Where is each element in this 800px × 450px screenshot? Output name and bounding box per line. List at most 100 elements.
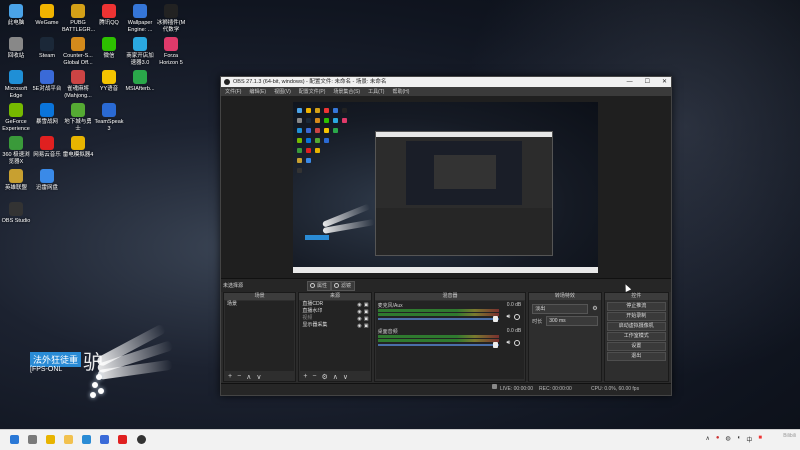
desktop-icon[interactable]: TeamSpeak 3 bbox=[93, 103, 125, 132]
desktop-icon[interactable]: 此电脑 bbox=[0, 4, 32, 27]
volume-slider-handle[interactable] bbox=[493, 342, 499, 348]
move-down-button[interactable]: ∨ bbox=[256, 373, 261, 381]
volume-icon[interactable]: ◖ bbox=[737, 435, 741, 444]
move-down-button[interactable]: ∨ bbox=[343, 373, 348, 381]
input-language[interactable]: 中 bbox=[746, 435, 752, 444]
app-icon bbox=[40, 136, 54, 150]
move-up-button[interactable]: ∧ bbox=[333, 373, 338, 381]
desktop-icon[interactable]: GeForce Experience bbox=[0, 103, 32, 132]
start-virtual-camera-button[interactable]: 启动虚拟摄像机 bbox=[606, 322, 666, 331]
desktop-icon[interactable]: MSIAfterb... bbox=[124, 70, 156, 93]
duration-input[interactable]: 300 ms bbox=[546, 316, 598, 326]
gear-icon[interactable] bbox=[514, 340, 521, 346]
app-icon bbox=[102, 37, 116, 51]
desktop-icon[interactable]: 商家开店加速器3.0 bbox=[124, 37, 156, 66]
desktop-icon[interactable]: WeGame bbox=[31, 4, 63, 27]
desktop-icon[interactable]: YY语音 bbox=[93, 70, 125, 93]
settings-button[interactable]: 设置 bbox=[606, 342, 666, 351]
add-source-button[interactable]: + bbox=[303, 373, 307, 380]
app-icon bbox=[9, 202, 23, 216]
desktop-icon[interactable]: Steam bbox=[31, 37, 63, 60]
notification-icon[interactable]: ■ bbox=[758, 435, 762, 444]
desktop-icon[interactable]: 英雄联盟 bbox=[0, 169, 32, 192]
desktop-icon[interactable]: 5E对战平台 bbox=[31, 70, 63, 93]
menu-scene-collection[interactable]: 场景集合(S) bbox=[333, 88, 360, 95]
start-icon[interactable] bbox=[10, 435, 19, 444]
app-icon bbox=[40, 37, 54, 51]
network-icon[interactable]: ◍ bbox=[725, 435, 730, 444]
desktop-icon[interactable]: 冰狮插件(M 代数学 bbox=[155, 4, 187, 33]
volume-meter bbox=[377, 309, 500, 312]
desktop-icon[interactable]: Microsoft Edge bbox=[0, 70, 32, 99]
desktop-icon[interactable]: 雀魂麻将 (Mahjong... bbox=[62, 70, 94, 99]
lock-icon[interactable]: ▣ bbox=[364, 323, 369, 330]
move-up-button[interactable]: ∧ bbox=[246, 373, 251, 381]
menu-tools[interactable]: 工具(T) bbox=[368, 88, 384, 95]
source-item[interactable]: 直播CDR ◉ ▣ bbox=[300, 301, 369, 308]
desktop-icon[interactable]: 迅雷网盘 bbox=[31, 169, 63, 192]
mail-icon[interactable] bbox=[82, 435, 91, 444]
start-recording-button[interactable]: 开始录制 bbox=[606, 312, 666, 321]
source-item[interactable]: 直播水印 ◉ ▣ bbox=[300, 308, 369, 315]
desktop-icon[interactable]: PUBG BATTLEGR... bbox=[62, 4, 95, 33]
speaker-icon[interactable]: 🔊︎ bbox=[506, 314, 510, 321]
add-scene-button[interactable]: + bbox=[228, 373, 232, 380]
properties-button[interactable]: 属性 bbox=[307, 281, 332, 291]
menu-view[interactable]: 视图(V) bbox=[274, 88, 291, 95]
controls-dock: 控件 停止推流 开始录制 启动虚拟摄像机 工作室模式 设置 退出 bbox=[603, 292, 669, 382]
scene-item[interactable]: 场景 bbox=[225, 301, 294, 308]
volume-slider[interactable] bbox=[377, 318, 500, 320]
desktop-icon-label: 腾讯QQ bbox=[99, 20, 119, 26]
desktop-icon-label: 微信 bbox=[103, 53, 115, 59]
app-tray-icon[interactable]: ● bbox=[716, 435, 720, 444]
volume-slider[interactable] bbox=[377, 344, 500, 346]
desktop-icon[interactable]: Forza Horizon 5 bbox=[155, 37, 187, 66]
remove-scene-button[interactable]: − bbox=[237, 373, 241, 380]
program-preview[interactable] bbox=[293, 102, 598, 273]
volume-slider-handle[interactable] bbox=[493, 316, 499, 322]
desktop-icon[interactable]: 暴雪战网 bbox=[31, 103, 63, 126]
obs-titlebar[interactable]: OBS 27.1.3 (64-bit, windows) - 配置文件: 未命名… bbox=[221, 77, 671, 87]
gear-icon[interactable] bbox=[514, 314, 521, 320]
studio-mode-button[interactable]: 工作室模式 bbox=[606, 332, 666, 341]
close-icon[interactable]: ✕ bbox=[662, 77, 667, 87]
desktop-icon[interactable]: 腾讯QQ bbox=[93, 4, 125, 27]
desktop-icon[interactable]: 微信 bbox=[93, 37, 125, 60]
desktop-icon[interactable]: OBS Studio bbox=[0, 202, 32, 225]
maximize-icon[interactable]: ☐ bbox=[645, 77, 650, 87]
netease-music-icon[interactable] bbox=[118, 435, 127, 444]
search-icon[interactable] bbox=[28, 435, 37, 444]
desktop-icon[interactable]: 地下城与勇士 bbox=[62, 103, 94, 132]
desktop-icon[interactable]: Wallpaper Engine: ... bbox=[124, 4, 156, 33]
desktop-icon[interactable]: 雷电模拟器4 bbox=[62, 136, 94, 159]
file-explorer-icon[interactable] bbox=[64, 435, 73, 444]
stop-streaming-button[interactable]: 停止推流 bbox=[606, 302, 666, 311]
transition-select[interactable]: 淡出 bbox=[532, 304, 588, 314]
source-item[interactable]: 显示器采集 ◉ ▣ bbox=[300, 322, 369, 329]
store-icon[interactable] bbox=[100, 435, 109, 444]
filters-button[interactable]: 滤镜 bbox=[331, 281, 356, 291]
menu-file[interactable]: 文件(F) bbox=[225, 88, 241, 95]
filter-icon bbox=[334, 283, 339, 288]
minimize-icon[interactable]: — bbox=[627, 77, 633, 87]
eye-icon[interactable]: ◉ bbox=[357, 323, 361, 330]
speaker-icon[interactable]: 🔊︎ bbox=[506, 340, 510, 347]
obs-taskbar-icon[interactable] bbox=[137, 435, 146, 444]
exit-button[interactable]: 退出 bbox=[606, 352, 666, 361]
remove-source-button[interactable]: − bbox=[312, 373, 316, 380]
no-source-label: 未选择源 bbox=[223, 283, 244, 289]
desktop-icon[interactable]: 网易云音乐 bbox=[31, 136, 63, 159]
menu-profile[interactable]: 配置文件(P) bbox=[299, 88, 326, 95]
app-icon bbox=[133, 37, 147, 51]
menu-edit[interactable]: 编辑(E) bbox=[249, 88, 266, 95]
desktop-icon[interactable]: Counter-S... Global Off... bbox=[62, 37, 94, 66]
desktop-icon[interactable]: 360 极速浏览器X bbox=[0, 136, 32, 165]
clock[interactable]: Bilibili bbox=[783, 433, 796, 440]
gear-icon[interactable]: ⚙ bbox=[592, 305, 597, 312]
source-item[interactable]: 视频 ◉ ▣ bbox=[300, 315, 369, 322]
desktop-icon[interactable]: 回收站 bbox=[0, 37, 32, 60]
menu-help[interactable]: 帮助(H) bbox=[392, 88, 409, 95]
source-settings-icon[interactable]: ⚙ bbox=[322, 373, 328, 381]
chevron-up-icon[interactable]: ∧ bbox=[705, 435, 709, 444]
chrome-icon[interactable] bbox=[46, 435, 55, 444]
